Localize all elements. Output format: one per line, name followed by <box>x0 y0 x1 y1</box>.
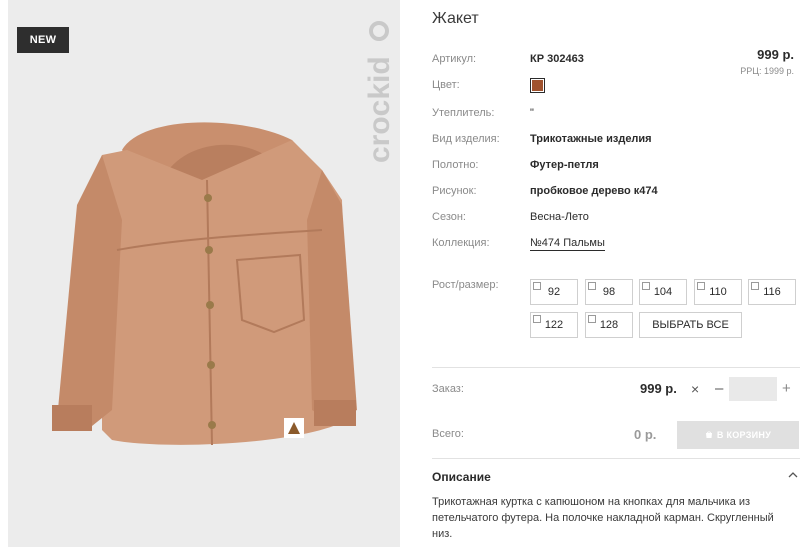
product-title: Жакет <box>432 10 479 27</box>
select-all-sizes-button[interactable]: ВЫБРАТЬ ВСЕ <box>639 312 742 338</box>
season-value: Весна-Лето <box>530 211 589 223</box>
size-option-98[interactable]: 98 <box>585 279 633 305</box>
article-label: Артикул: <box>432 53 477 65</box>
cart-icon <box>705 431 712 438</box>
size-option-122[interactable]: 122 <box>530 312 578 338</box>
size-tag-icon <box>588 282 596 290</box>
description-title[interactable]: Описание <box>432 470 491 484</box>
divider <box>432 367 800 368</box>
size-tag-icon <box>588 315 596 323</box>
size-tag-icon <box>697 282 705 290</box>
pattern-value: пробковое дерево к474 <box>530 185 658 197</box>
price: 999 р. <box>757 47 794 62</box>
color-swatch-fill <box>532 80 543 91</box>
jacket-image <box>52 122 357 446</box>
size-tag-icon <box>642 282 650 290</box>
size-option-label: 110 <box>709 286 727 298</box>
decrease-quantity-button[interactable]: – <box>715 380 723 397</box>
pattern-label: Рисунок: <box>432 185 477 197</box>
size-option-92[interactable]: 92 <box>530 279 578 305</box>
multiply-icon: × <box>691 381 700 397</box>
insulation-value: " <box>530 107 534 119</box>
item-type-value: Трикотажные изделия <box>530 133 652 145</box>
order-label: Заказ: <box>432 383 464 395</box>
order-price: 999 р. <box>640 381 677 396</box>
season-label: Сезон: <box>432 211 466 223</box>
size-option-128[interactable]: 128 <box>585 312 633 338</box>
add-to-cart-label: В КОРЗИНУ <box>716 430 772 440</box>
item-type-label: Вид изделия: <box>432 133 500 145</box>
add-to-cart-button[interactable]: В КОРЗИНУ <box>677 421 799 449</box>
rrp-price: РРЦ: 1999 р. <box>740 66 794 76</box>
size-option-label: 92 <box>547 286 561 298</box>
quantity-input[interactable] <box>729 377 777 401</box>
insulation-label: Утеплитель: <box>432 107 495 119</box>
new-badge: NEW <box>17 27 69 53</box>
chevron-up-icon[interactable] <box>788 471 798 479</box>
size-tag-icon <box>533 282 541 290</box>
total-label: Всего: <box>432 428 464 440</box>
fabric-value: Футер-петля <box>530 159 599 171</box>
increase-quantity-button[interactable]: + <box>782 380 791 397</box>
collection-link[interactable]: №474 Пальмы <box>530 237 605 251</box>
size-option-label: 104 <box>653 286 673 298</box>
select-all-label: ВЫБРАТЬ ВСЕ <box>652 319 729 331</box>
collection-label: Коллекция: <box>432 237 490 249</box>
size-tag-icon <box>751 282 759 290</box>
brand-logo-ring <box>369 21 389 41</box>
fabric-label: Полотно: <box>432 159 479 171</box>
product-photo[interactable]: NEW crockid <box>8 0 400 547</box>
size-option-label: 122 <box>544 319 564 331</box>
description-text: Трикотажная куртка с капюшоном на кнопка… <box>432 496 774 540</box>
size-option-label: 128 <box>599 319 619 331</box>
size-label: Рост/размер: <box>432 279 499 291</box>
size-option-104[interactable]: 104 <box>639 279 687 305</box>
color-swatch[interactable] <box>530 78 545 93</box>
size-option-110[interactable]: 110 <box>694 279 742 305</box>
article-value: КР 302463 <box>530 53 584 65</box>
size-option-label: 116 <box>763 286 781 298</box>
size-tag-icon <box>533 315 541 323</box>
size-option-116[interactable]: 116 <box>748 279 796 305</box>
color-label: Цвет: <box>432 79 460 91</box>
size-option-label: 98 <box>602 286 616 298</box>
divider <box>432 458 800 459</box>
total-value: 0 р. <box>634 427 657 442</box>
